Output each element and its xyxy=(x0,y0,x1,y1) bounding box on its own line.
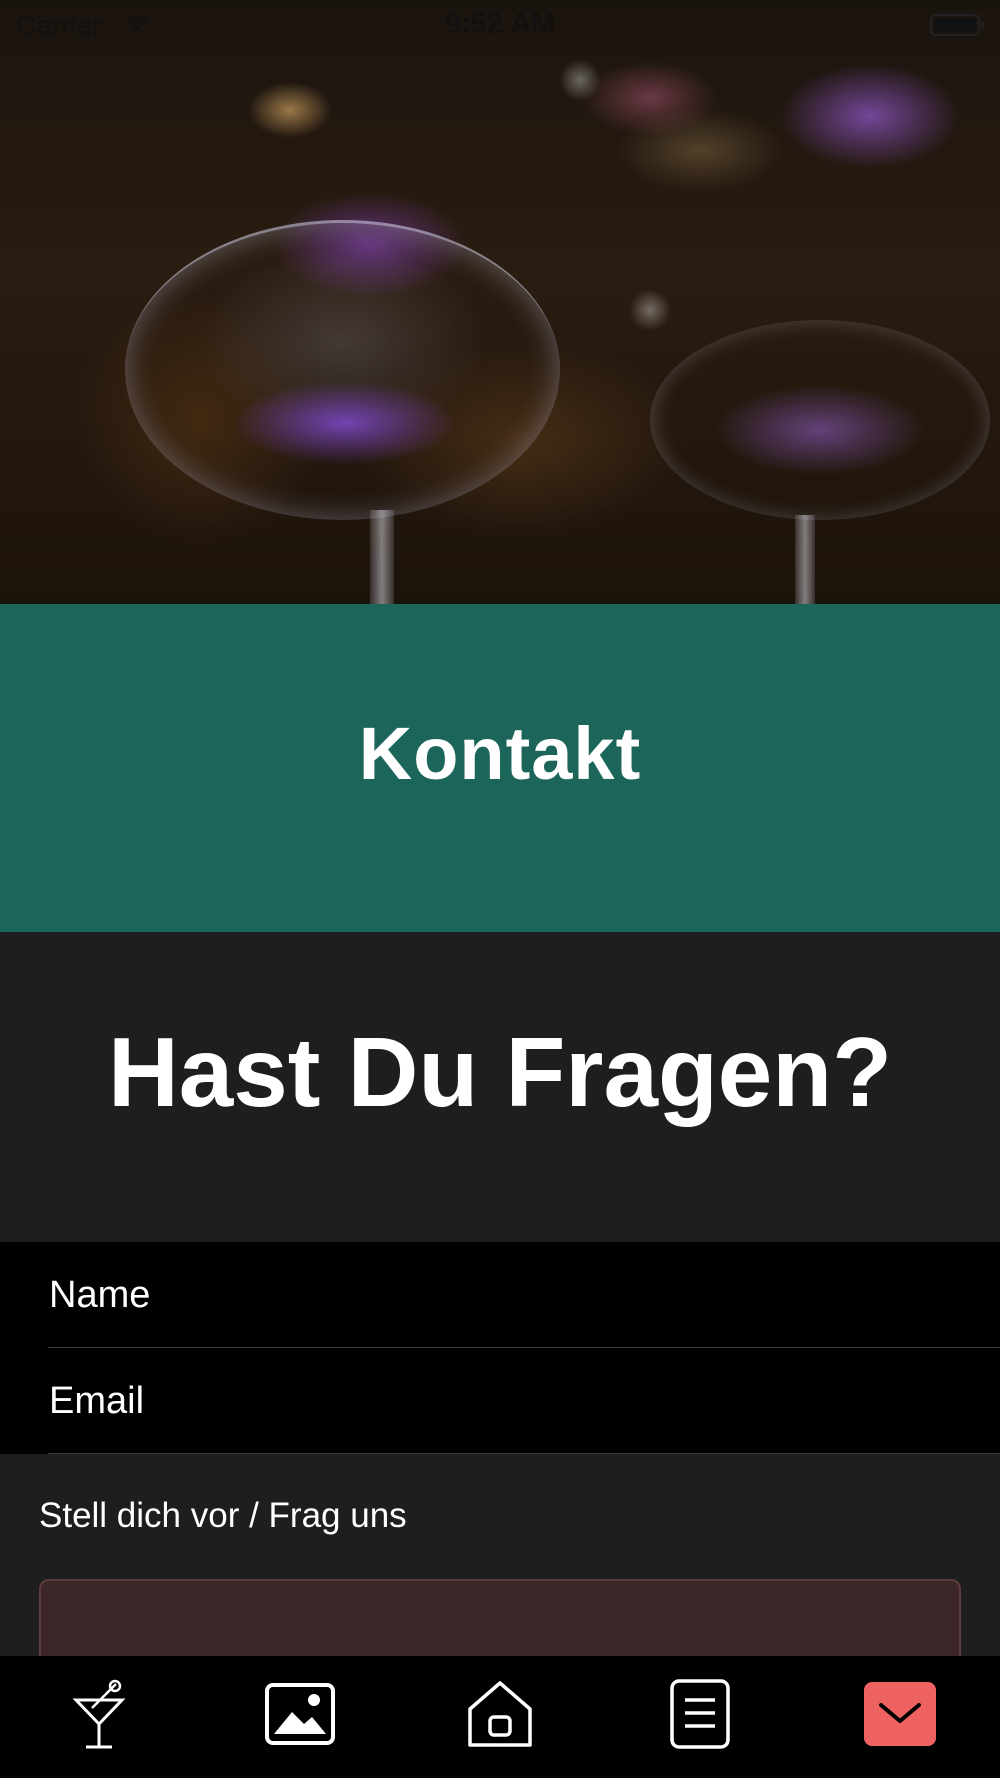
contact-form-fields xyxy=(0,1242,1000,1454)
menu-list-icon xyxy=(670,1679,730,1749)
clock: 9:52 AM xyxy=(444,8,556,40)
tab-home[interactable] xyxy=(455,1669,545,1759)
name-field[interactable] xyxy=(49,1242,989,1348)
glass-shape xyxy=(740,40,1000,230)
tab-contact[interactable] xyxy=(855,1669,945,1759)
question-heading: Hast Du Fragen? xyxy=(107,1016,893,1127)
tab-bar xyxy=(0,1656,1000,1778)
home-icon xyxy=(468,1681,532,1747)
tab-gallery[interactable] xyxy=(255,1669,345,1759)
glass-shape xyxy=(650,320,990,520)
glass-stem xyxy=(795,515,815,604)
mail-icon xyxy=(879,1703,921,1723)
cocktail-icon xyxy=(72,1679,126,1749)
question-section: Hast Du Fragen? xyxy=(0,932,1000,1242)
tab-active-indicator xyxy=(864,1682,936,1746)
battery-icon xyxy=(930,14,984,36)
name-field-row xyxy=(0,1242,1000,1348)
email-field[interactable] xyxy=(49,1348,989,1454)
glass-shape xyxy=(560,50,740,170)
page-title: Kontakt xyxy=(358,711,642,795)
email-field-row xyxy=(0,1348,1000,1454)
gallery-icon xyxy=(265,1683,335,1745)
tab-cocktails[interactable] xyxy=(55,1669,145,1759)
status-bar: Carrier 9:52 AM xyxy=(0,0,1000,52)
glass-shape xyxy=(125,220,560,520)
glass-stem xyxy=(370,510,394,604)
divider xyxy=(48,1453,1000,1454)
message-label: Stell dich vor / Frag uns xyxy=(39,1496,407,1535)
hero-image xyxy=(0,0,1000,604)
tab-menu[interactable] xyxy=(655,1669,745,1759)
contact-banner: Kontakt xyxy=(0,604,1000,932)
